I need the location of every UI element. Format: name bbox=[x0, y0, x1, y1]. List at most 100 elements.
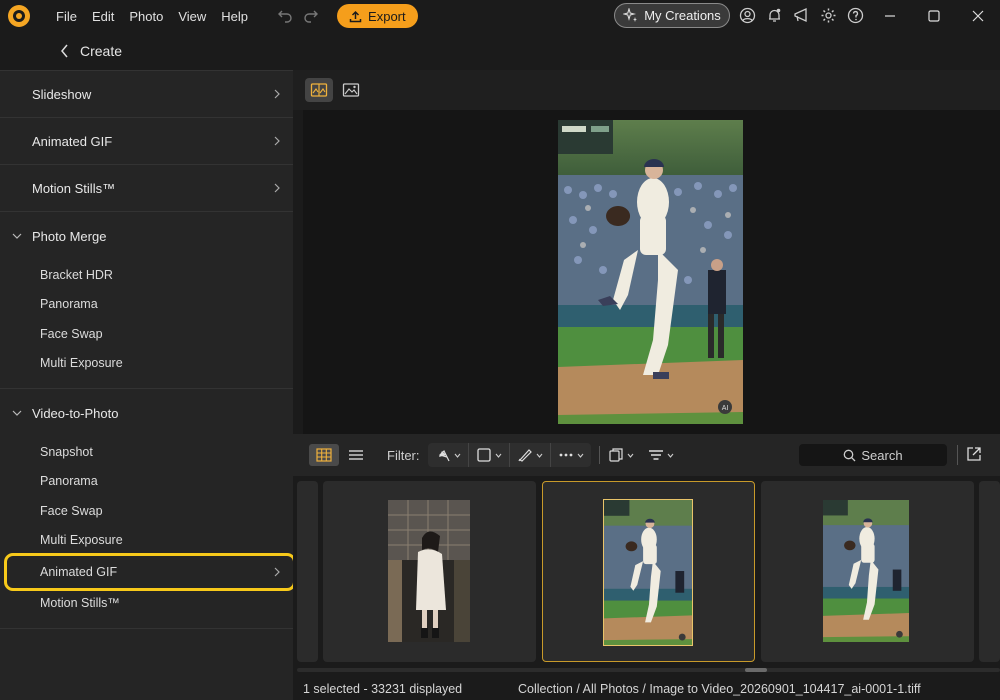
sidebar-item-label: Animated GIF bbox=[32, 133, 113, 149]
chevron-right-icon bbox=[274, 183, 280, 193]
highlight-outline bbox=[4, 553, 296, 591]
color-label-filter-dropdown[interactable] bbox=[469, 443, 510, 467]
sidebar-group-video-to-photo: Video-to-Photo Snapshot Panorama Face Sw… bbox=[0, 389, 296, 629]
title-icons bbox=[738, 6, 864, 24]
account-icon[interactable] bbox=[738, 6, 756, 24]
minimize-icon[interactable] bbox=[868, 0, 912, 32]
chevron-down-icon bbox=[495, 453, 501, 458]
chevron-down-icon bbox=[12, 233, 22, 239]
sidebar-item-multi-exposure[interactable]: Multi Exposure bbox=[0, 349, 293, 379]
filter-group bbox=[427, 443, 591, 467]
chevron-down-icon bbox=[536, 453, 542, 458]
preview-toolbar bbox=[293, 70, 1000, 110]
sidebar-item-face-swap[interactable]: Face Swap bbox=[0, 319, 293, 349]
sidebar-item-bracket-hdr[interactable]: Bracket HDR bbox=[0, 260, 293, 290]
pitcher-thumbnail-photo-2 bbox=[823, 500, 909, 642]
stack-dropdown[interactable] bbox=[608, 448, 634, 462]
back-label: Create bbox=[80, 43, 123, 59]
more-filters-dropdown[interactable] bbox=[551, 443, 591, 467]
search-placeholder: Search bbox=[861, 447, 903, 463]
scroll-thumb[interactable] bbox=[745, 668, 767, 672]
edited-filter-dropdown[interactable] bbox=[510, 443, 551, 467]
scroll-track bbox=[297, 668, 1000, 672]
undo-icon[interactable] bbox=[277, 7, 293, 26]
group-header-photo-merge[interactable]: Photo Merge bbox=[0, 212, 293, 260]
search-input[interactable]: Search bbox=[799, 444, 947, 466]
file-path: Collection / All Photos / Image to Video… bbox=[518, 682, 921, 696]
title-bar: File Edit Photo View Help Export My Crea… bbox=[0, 0, 1000, 32]
thumbnail-partial-right[interactable] bbox=[979, 481, 1000, 662]
divider bbox=[598, 446, 600, 464]
help-icon[interactable] bbox=[846, 6, 864, 24]
sidebar-item-animated-gif-video[interactable]: Animated GIF bbox=[0, 553, 296, 591]
maximize-icon[interactable] bbox=[912, 0, 956, 32]
thumbnail-pitcher-2[interactable] bbox=[761, 481, 974, 662]
close-icon[interactable] bbox=[956, 0, 1000, 32]
thumbnail-strip bbox=[293, 476, 1000, 668]
sidebar-item-panorama-video[interactable]: Panorama bbox=[0, 467, 293, 497]
open-external-icon[interactable] bbox=[966, 446, 982, 462]
export-button[interactable]: Export bbox=[337, 4, 418, 28]
chevron-right-icon bbox=[274, 89, 280, 99]
sidebar-item-snapshot[interactable]: Snapshot bbox=[0, 437, 293, 467]
menu-edit[interactable]: Edit bbox=[92, 9, 114, 24]
chevron-right-icon bbox=[274, 136, 280, 146]
undo-redo-group bbox=[277, 7, 319, 26]
flag-filter-dropdown[interactable] bbox=[428, 443, 469, 467]
thumbnail-partial-left[interactable] bbox=[297, 481, 318, 662]
window-controls bbox=[868, 0, 1000, 32]
sparkle-icon bbox=[623, 8, 638, 22]
selection-status: 1 selected - 33231 displayed bbox=[303, 682, 463, 696]
browser-filter-bar: Filter: Search bbox=[293, 434, 1000, 476]
export-icon bbox=[349, 10, 362, 22]
grid-view-button[interactable] bbox=[309, 444, 339, 466]
my-creations-label: My Creations bbox=[644, 8, 721, 23]
chevron-down-icon bbox=[454, 453, 460, 458]
stack-icon bbox=[608, 448, 623, 462]
chevron-right-icon bbox=[274, 567, 280, 577]
menu-photo[interactable]: Photo bbox=[129, 9, 163, 24]
sort-group bbox=[608, 448, 674, 462]
create-sidebar: Slideshow Animated GIF Motion Stills™ Ph… bbox=[0, 70, 296, 700]
back-button[interactable]: Create bbox=[60, 43, 122, 59]
sidebar-item-motion-stills-video[interactable]: Motion Stills™ bbox=[0, 589, 293, 619]
sidebar-item-animated-gif[interactable]: Animated GIF bbox=[0, 118, 293, 165]
chevron-down-icon bbox=[577, 453, 583, 458]
menu-file[interactable]: File bbox=[56, 9, 77, 24]
list-view-button[interactable] bbox=[341, 444, 371, 466]
grid-icon bbox=[316, 448, 332, 462]
compare-view-button[interactable] bbox=[305, 78, 333, 102]
settings-gear-icon[interactable] bbox=[819, 6, 837, 24]
redo-icon[interactable] bbox=[303, 7, 319, 26]
group-header-video-to-photo[interactable]: Video-to-Photo bbox=[0, 389, 293, 437]
sidebar-item-panorama[interactable]: Panorama bbox=[0, 290, 293, 320]
thumbnail-pitcher-selected[interactable] bbox=[542, 481, 755, 662]
status-bar: 1 selected - 33231 displayed Collection … bbox=[293, 678, 1000, 700]
chevron-down-icon bbox=[667, 453, 673, 458]
single-view-button[interactable] bbox=[337, 78, 365, 102]
thumbnail-woman-photo[interactable] bbox=[323, 481, 536, 662]
menu-view[interactable]: View bbox=[178, 9, 206, 24]
image-icon bbox=[342, 83, 360, 97]
sidebar-item-face-swap-video[interactable]: Face Swap bbox=[0, 496, 293, 526]
menu-bar: File Edit Photo View Help bbox=[56, 9, 263, 24]
view-toggle bbox=[309, 444, 371, 466]
app-logo[interactable] bbox=[8, 5, 30, 27]
list-icon bbox=[349, 450, 363, 460]
compare-view-icon bbox=[310, 83, 328, 97]
square-icon bbox=[476, 448, 491, 462]
sidebar-item-multi-exposure-video[interactable]: Multi Exposure bbox=[0, 526, 293, 556]
notification-bell-icon[interactable] bbox=[765, 6, 783, 24]
sidebar-item-slideshow[interactable]: Slideshow bbox=[0, 71, 293, 118]
group-label: Video-to-Photo bbox=[32, 405, 119, 421]
my-creations-button[interactable]: My Creations bbox=[614, 3, 730, 28]
more-icon bbox=[559, 453, 572, 457]
sort-dropdown[interactable] bbox=[648, 448, 674, 462]
woman-street-photo bbox=[388, 500, 470, 642]
sidebar-item-motion-stills[interactable]: Motion Stills™ bbox=[0, 165, 293, 212]
announcement-icon[interactable] bbox=[792, 6, 810, 24]
thumbnail-scrollbar[interactable] bbox=[297, 668, 1000, 674]
menu-help[interactable]: Help bbox=[221, 9, 248, 24]
sidebar-item-label: Slideshow bbox=[32, 86, 92, 102]
baseball-pitcher-photo: AI bbox=[558, 120, 743, 424]
